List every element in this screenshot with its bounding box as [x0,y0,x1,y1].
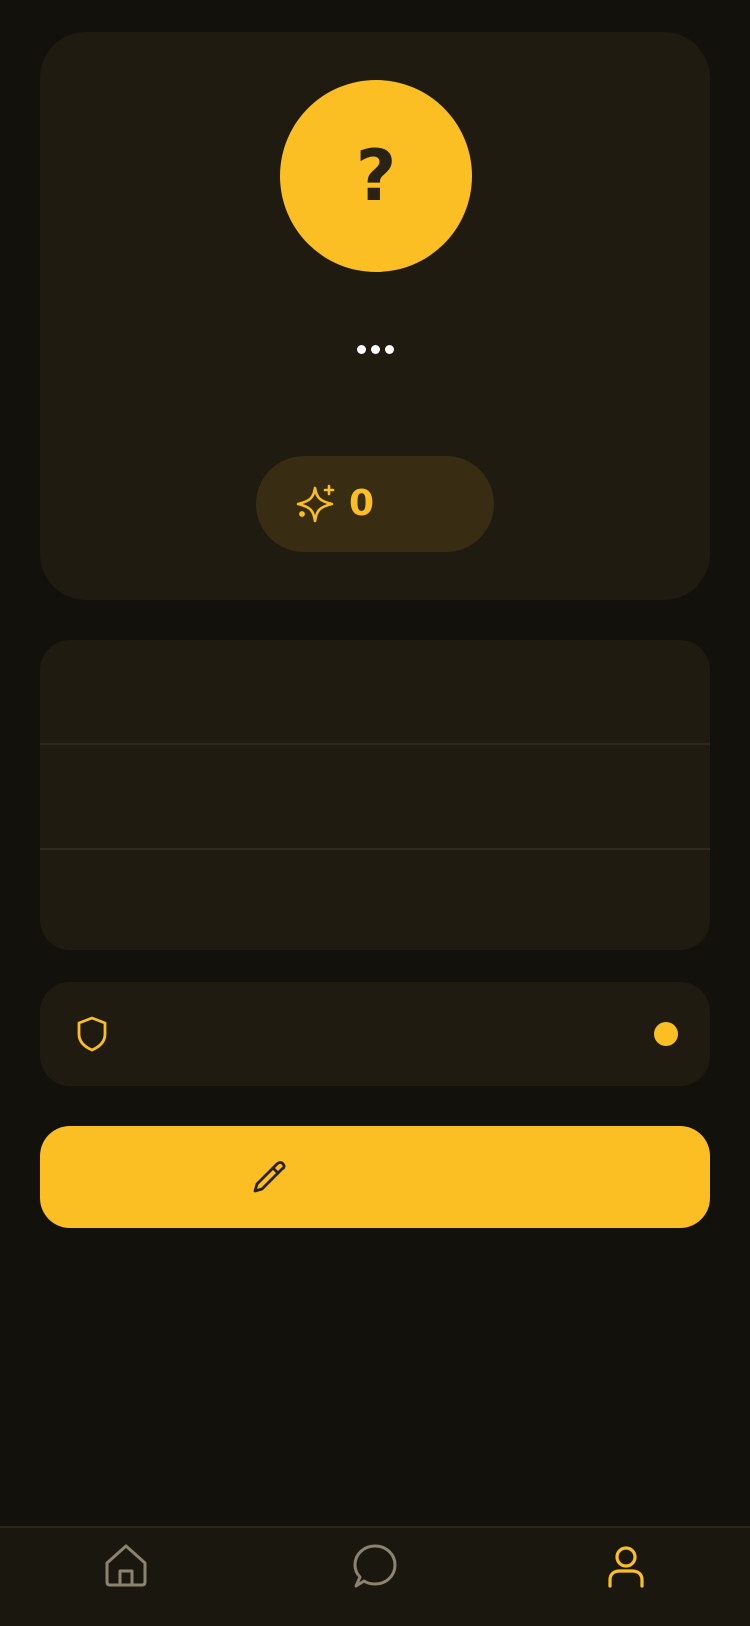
bottom-nav [0,1526,750,1626]
nav-chat[interactable] [351,1542,399,1590]
loading-indicator [40,345,710,354]
points-count: 0 [349,483,375,524]
loading-dot [384,345,394,354]
avatar-placeholder: ? [355,135,397,217]
edit-profile-button[interactable] [40,1126,710,1228]
shield-icon [77,1016,107,1052]
status-indicator[interactable] [654,1022,678,1046]
settings-list [40,640,710,950]
privacy-row[interactable] [40,982,710,1086]
points-badge[interactable]: 0 [256,456,494,552]
sparkles-icon [296,484,335,523]
user-icon [608,1546,644,1588]
profile-card: ? 0 [40,32,710,600]
list-item[interactable] [40,640,710,745]
home-icon [105,1544,147,1587]
chat-bubble-icon [353,1544,397,1588]
pencil-icon [253,1161,286,1193]
avatar[interactable]: ? [280,80,472,272]
loading-dot [356,345,366,354]
list-item[interactable] [40,745,710,850]
list-item[interactable] [40,850,710,950]
nav-home[interactable] [102,1542,150,1590]
loading-dot [370,345,380,354]
nav-profile[interactable] [602,1542,650,1590]
